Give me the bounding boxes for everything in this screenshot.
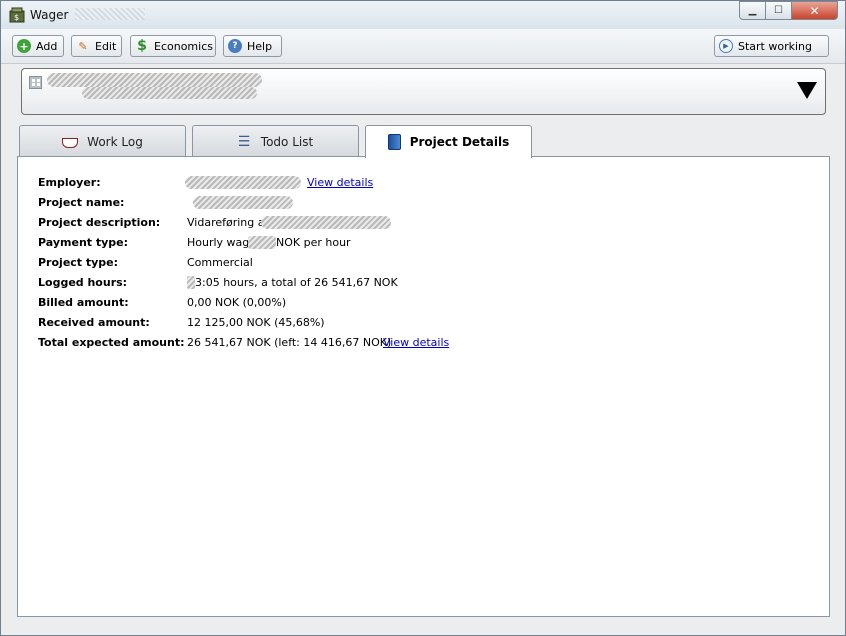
tab-label: Project Details	[409, 135, 510, 149]
payment-type-label: Payment type:	[38, 236, 129, 249]
add-button-label: Add	[36, 39, 58, 53]
total-expected-amount-label: Total expected amount:	[38, 336, 185, 349]
start-working-button[interactable]: ▶ Start working	[714, 35, 829, 57]
svg-text:$: $	[14, 13, 19, 22]
project-name-redaction	[82, 87, 257, 99]
total-expected-amount-value: 26 541,67 NOK (left: 14 416,67 NOK)	[187, 336, 392, 349]
window-controls: ▁ ☐ ✕	[739, 1, 838, 21]
window-title: Wager	[30, 8, 69, 22]
tab-todo-list[interactable]: ☰ Todo List	[192, 125, 359, 157]
billed-amount-label: Billed amount:	[38, 296, 129, 309]
edit-button[interactable]: ✎ Edit	[71, 35, 122, 57]
help-button-label: Help	[247, 39, 273, 53]
employer-view-details-link[interactable]: View details	[307, 176, 373, 189]
tab-label: Todo List	[260, 134, 314, 149]
minimize-button[interactable]: ▁	[739, 1, 766, 20]
employer-redaction	[185, 176, 301, 189]
employer-label: Employer:	[38, 176, 101, 189]
toolbar: + Add ✎ Edit $ Economics ? Help ▶ Start …	[1, 29, 845, 64]
dollar-icon: $	[137, 38, 147, 54]
hourly-rate-redaction	[248, 236, 276, 249]
economics-button[interactable]: $ Economics	[130, 35, 216, 57]
project-type-value: Commercial	[187, 256, 253, 269]
cup-icon	[62, 137, 79, 148]
pencil-icon: ✎	[78, 39, 88, 53]
project-description-value: Vidareføring av	[187, 216, 271, 229]
received-amount-label: Received amount:	[38, 316, 150, 329]
project-details-panel: Employer: View details Project name: Pro…	[17, 156, 830, 617]
help-button[interactable]: ? Help	[223, 35, 282, 57]
dropdown-arrow-icon[interactable]	[797, 82, 817, 99]
wager-app-icon: $	[9, 7, 25, 23]
edit-button-label: Edit	[95, 39, 117, 53]
tab-work-log[interactable]: Work Log	[19, 125, 186, 157]
project-name-label: Project name:	[38, 196, 125, 209]
project-name-redaction	[47, 73, 262, 87]
billed-amount-value: 0,00 NOK (0,00%)	[187, 296, 287, 309]
logged-hours-label: Logged hours:	[38, 276, 128, 289]
economics-button-label: Economics	[154, 39, 213, 53]
project-description-label: Project description:	[38, 216, 161, 229]
project-description-redaction	[261, 216, 391, 229]
project-name-value-redaction	[193, 196, 293, 209]
list-icon: ☰	[237, 133, 251, 150]
logged-hours-redaction	[187, 276, 195, 289]
start-working-label: Start working	[738, 39, 812, 53]
total-expected-view-details-link[interactable]: View details	[383, 336, 449, 349]
tab-project-details[interactable]: Project Details	[365, 125, 532, 158]
app-window: $ Wager ▁ ☐ ✕ + Add ✎ Edit $ Economics ?…	[0, 0, 846, 636]
logged-hours-value: 3:05 hours, a total of 26 541,67 NOK	[195, 276, 398, 289]
close-button[interactable]: ✕	[792, 1, 838, 20]
payment-type-suffix: NOK per hour	[276, 236, 351, 249]
plus-icon: +	[17, 39, 31, 53]
help-icon: ?	[228, 39, 242, 53]
add-button[interactable]: + Add	[12, 35, 64, 57]
title-redaction	[75, 8, 145, 20]
received-amount-value: 12 125,00 NOK (45,68%)	[187, 316, 325, 329]
play-icon: ▶	[719, 39, 733, 53]
tab-label: Work Log	[87, 134, 143, 149]
maximize-button[interactable]: ☐	[766, 1, 792, 20]
project-dropdown[interactable]	[21, 68, 826, 115]
title-bar: $ Wager ▁ ☐ ✕	[1, 1, 845, 30]
building-icon	[29, 76, 42, 89]
book-icon	[387, 134, 401, 150]
project-type-label: Project type:	[38, 256, 119, 269]
